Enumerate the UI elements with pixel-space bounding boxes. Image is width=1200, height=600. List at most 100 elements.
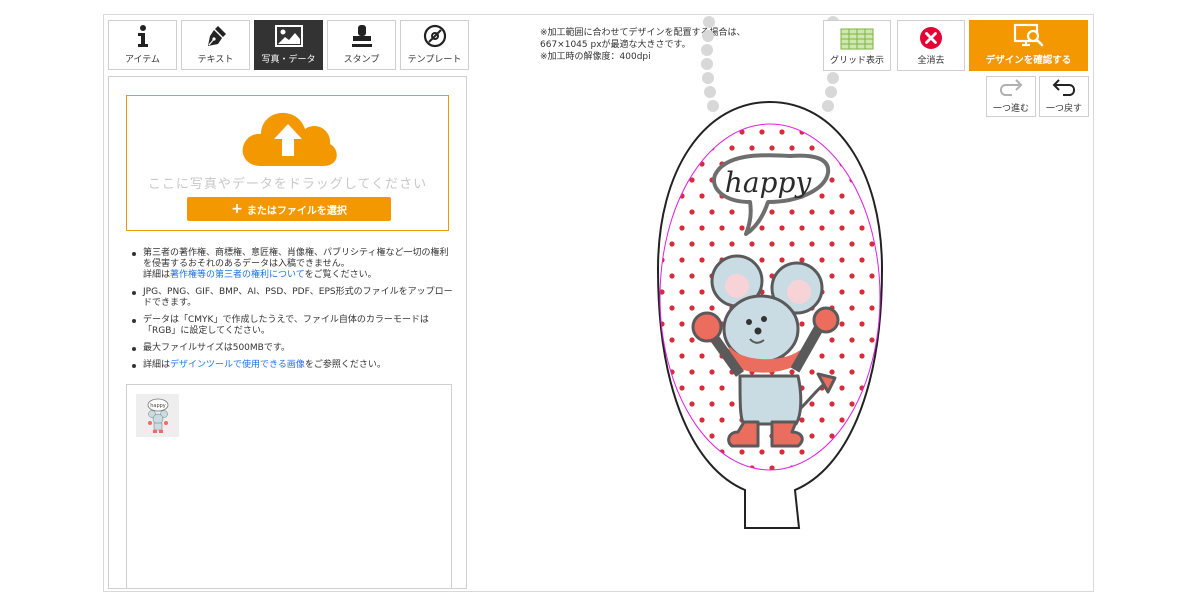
polka-dot — [660, 129, 665, 135]
pen-icon — [204, 22, 228, 50]
polka-dot — [819, 225, 825, 231]
polka-dot — [809, 433, 815, 439]
polka-dot — [849, 273, 855, 279]
polka-dot — [839, 257, 845, 263]
polka-dot — [709, 401, 715, 407]
polka-dot — [709, 305, 715, 311]
tab-label: 写真・データ — [261, 55, 316, 65]
polka-dot — [799, 417, 805, 423]
polka-dot — [669, 305, 675, 311]
polka-dot — [799, 449, 805, 455]
polka-dot — [660, 417, 665, 423]
polka-dot — [809, 241, 815, 247]
tab-label: スタンプ — [343, 55, 380, 65]
polka-dot — [789, 369, 795, 375]
polka-dot — [879, 385, 880, 391]
keychain-preview: happy — [656, 16, 900, 529]
polka-dot — [889, 305, 894, 310]
polka-dot — [739, 449, 745, 455]
undo-icon — [1051, 77, 1077, 101]
polka-dot — [869, 433, 875, 439]
polka-dot — [849, 209, 855, 215]
polka-dot — [669, 401, 675, 407]
polka-dot — [849, 305, 855, 311]
polka-dot — [889, 241, 894, 246]
polka-dot — [839, 193, 845, 199]
note-max-size: 最大ファイルサイズは500MBです。 — [129, 343, 454, 354]
polka-dot — [729, 145, 735, 151]
polka-dot — [679, 225, 685, 231]
polka-dot — [689, 241, 695, 247]
note-usable-suffix: をご参照ください。 — [304, 360, 386, 370]
tab-photo-data[interactable]: 写真・データ — [254, 20, 323, 70]
polka-dot — [869, 273, 875, 279]
clear-all-label: 全消去 — [917, 56, 945, 66]
uploaded-image-thumbnail[interactable]: happy — [136, 394, 179, 437]
info-icon — [135, 22, 151, 50]
polka-dot — [819, 417, 825, 423]
polka-dot — [669, 433, 675, 439]
polka-dot — [729, 401, 735, 407]
polka-dot — [859, 289, 865, 295]
tab-item[interactable]: アイテム — [108, 20, 177, 70]
select-file-button[interactable]: + またはファイルを選択 — [187, 197, 391, 221]
polka-dot — [899, 225, 900, 230]
polka-dot — [779, 257, 785, 263]
polka-dot — [789, 209, 795, 215]
note-formats: JPG、PNG、GIF、BMP、AI、PSD、PDF、EPS形式のファイルをアッ… — [129, 287, 454, 309]
rights-info-link[interactable]: 著作権等の第三者の権利について — [170, 270, 305, 280]
polka-dot — [669, 241, 675, 247]
polka-dot — [709, 369, 715, 375]
grid-toggle-button[interactable]: グリッド表示 — [823, 20, 891, 71]
tool-tabs: アイテム テキスト 写真・データ スタンプ テンプレート — [108, 20, 469, 70]
polka-dot — [879, 129, 880, 135]
polka-dot — [699, 353, 705, 359]
polka-dot — [889, 273, 894, 278]
upload-notes: 第三者の著作権、商標権、意匠権、肖像権、パブリシティ権など一切の権利を侵害するお… — [129, 248, 454, 377]
polka-dot — [889, 337, 894, 342]
tab-label: アイテム — [124, 55, 161, 65]
redo-button[interactable]: 一つ進む — [986, 76, 1036, 117]
polka-dot — [869, 337, 875, 343]
polka-dot — [759, 449, 765, 455]
clear-all-button[interactable]: 全消去 — [897, 20, 965, 71]
confirm-design-label: デザインを確認する — [985, 55, 1072, 66]
polka-dot — [879, 161, 880, 167]
polka-dot — [669, 465, 675, 470]
cloud-upload-icon — [239, 104, 339, 172]
note-color-mode: データは「CMYK」で作成したうえで、ファイル自体のカラーモードは「RGB」に設… — [129, 315, 454, 337]
dropzone-hint: ここに写真やデータをドラッグしてください — [147, 177, 428, 192]
undo-button[interactable]: 一つ戻す — [1039, 76, 1089, 117]
plus-icon: + — [231, 201, 243, 217]
polka-dot — [799, 225, 805, 231]
polka-dot — [679, 449, 685, 455]
confirm-design-button[interactable]: デザインを確認する — [969, 20, 1088, 71]
polka-dot — [859, 321, 865, 327]
polka-dot — [889, 433, 894, 438]
polka-dot — [869, 401, 875, 407]
polka-dot — [809, 369, 815, 375]
polka-dot — [849, 337, 855, 343]
template-icon — [423, 22, 447, 50]
polka-dot — [899, 385, 900, 390]
design-canvas[interactable]: happy — [640, 14, 900, 539]
tab-text[interactable]: テキスト — [181, 20, 250, 70]
polka-dot — [729, 209, 735, 215]
tab-template[interactable]: テンプレート — [400, 20, 469, 70]
polka-dot — [879, 193, 880, 199]
polka-dot — [869, 177, 875, 183]
polka-dot — [719, 225, 725, 231]
polka-dot — [859, 449, 865, 455]
file-dropzone[interactable]: ここに写真やデータをドラッグしてください + またはファイルを選択 — [126, 95, 449, 231]
polka-dot — [769, 145, 775, 151]
usable-images-link[interactable]: デザインツールで使用できる画像 — [170, 360, 305, 370]
polka-dot — [819, 353, 825, 359]
polka-dot — [699, 193, 705, 199]
polka-dot — [779, 449, 785, 455]
tab-stamp[interactable]: スタンプ — [327, 20, 396, 70]
polka-dot — [889, 369, 894, 374]
polka-dot — [779, 129, 785, 135]
svg-text:happy: happy — [150, 403, 166, 409]
polka-dot — [829, 401, 835, 407]
polka-dot — [879, 449, 880, 455]
